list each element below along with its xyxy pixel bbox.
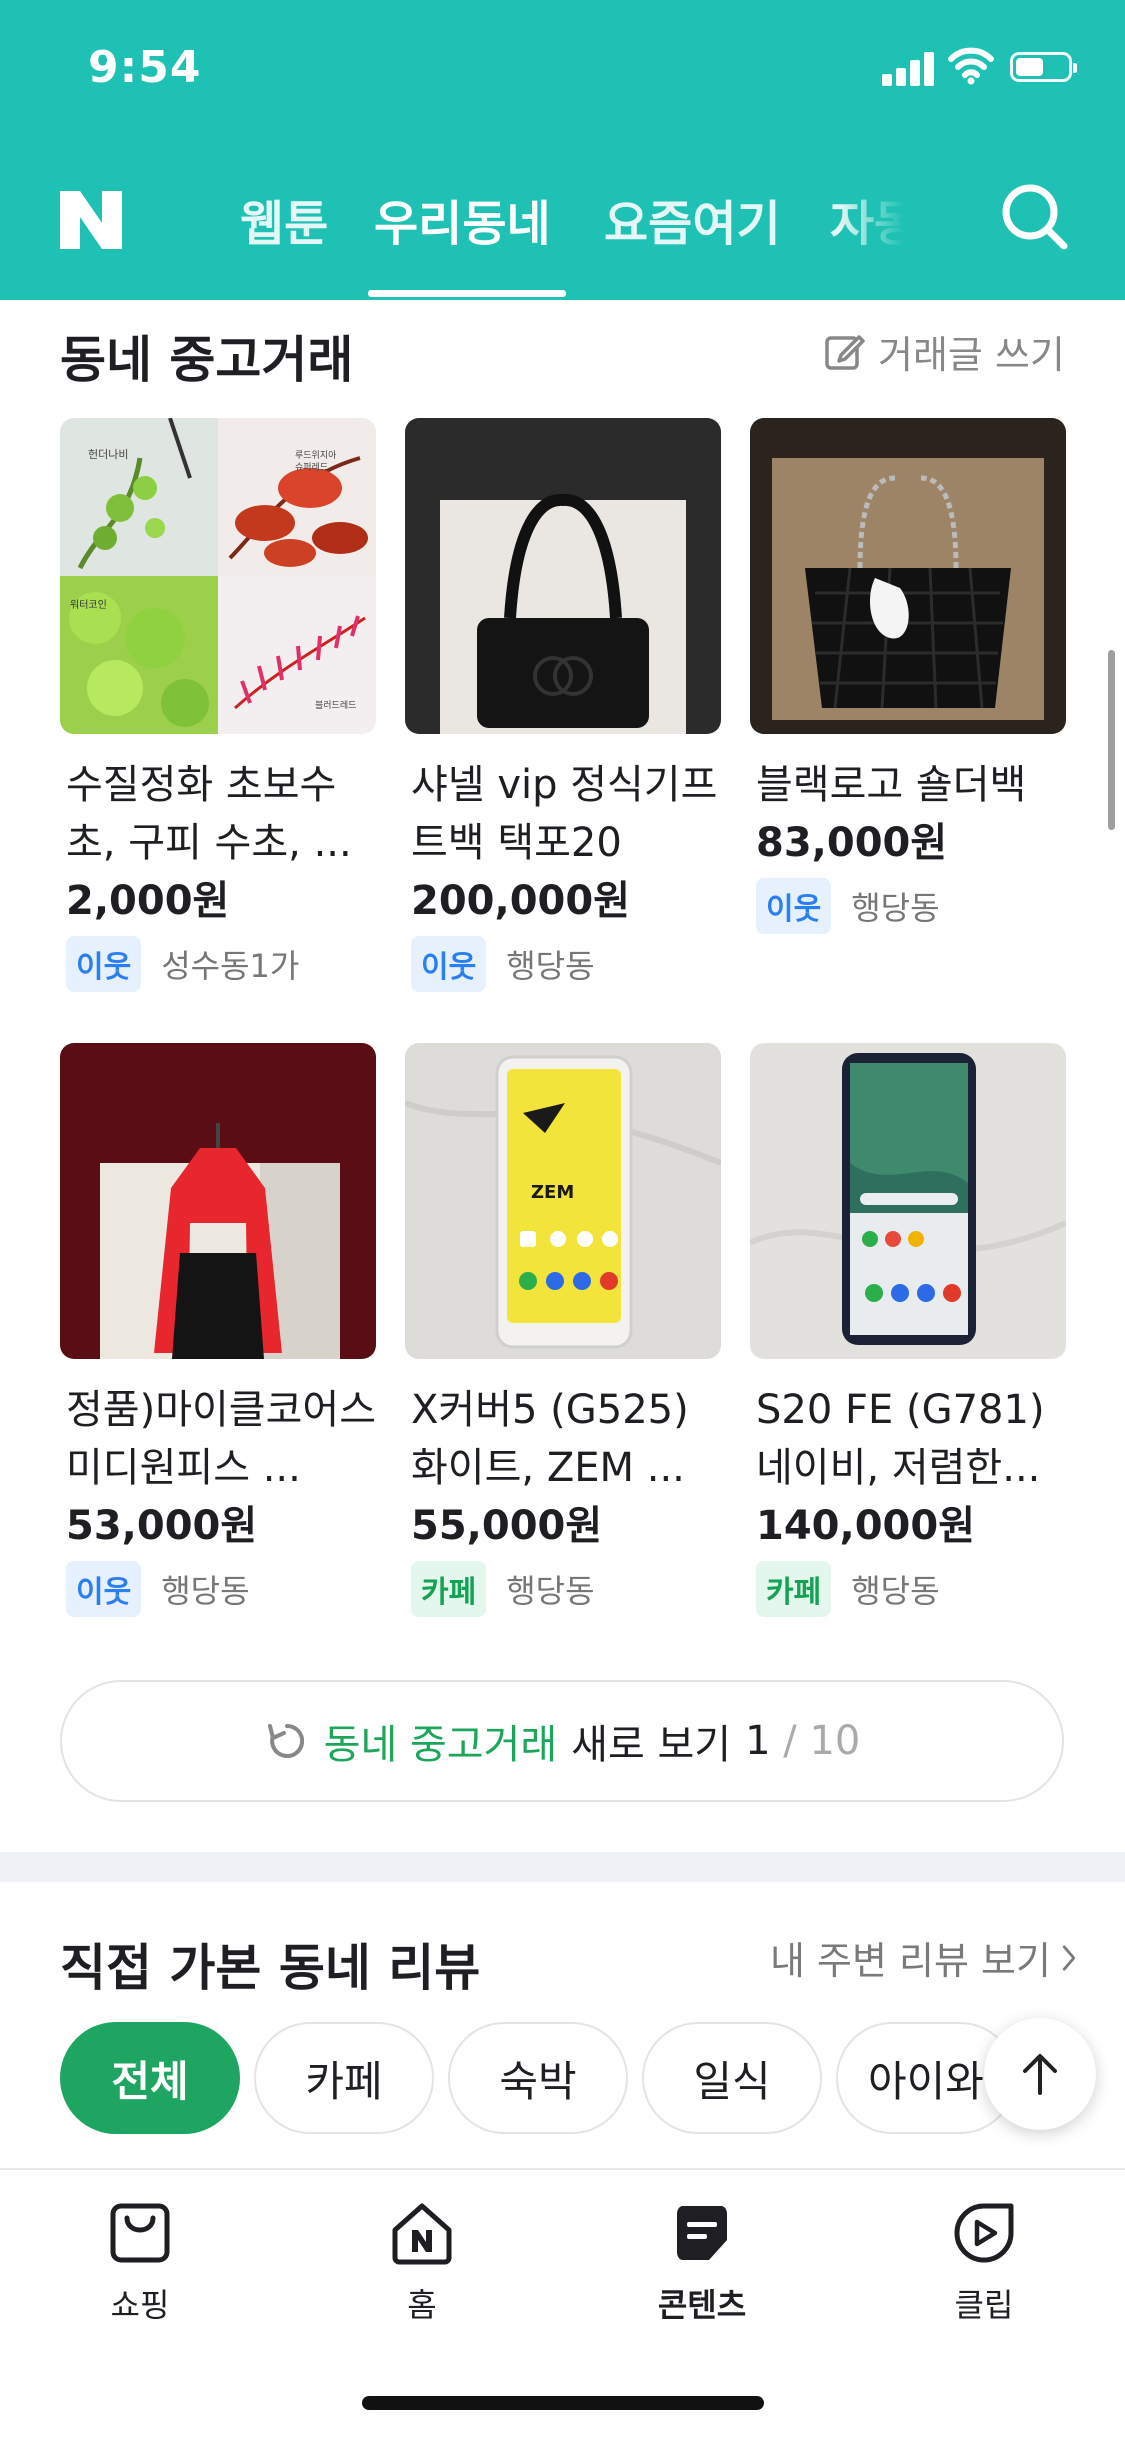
refresh-text: 새로 보기	[571, 1722, 732, 1768]
neighbor-badge: 이웃	[411, 936, 487, 992]
product-image	[60, 1043, 376, 1359]
product-price: 200,000원	[411, 878, 630, 924]
contents-icon	[677, 2206, 727, 2260]
product-image	[405, 418, 721, 734]
nav-label: 홈	[407, 2286, 437, 2324]
product-card-5[interactable]: ZEM X커버5 (G525) 화이트, ZEM ... 55,000원 카페 …	[405, 1043, 721, 1617]
active-tab-indicator	[368, 290, 566, 297]
product-title: S20 FE (G781) 네이비, 저렴한...	[756, 1387, 1045, 1491]
product-image	[750, 418, 1066, 734]
product-image: ZEM	[405, 1043, 721, 1359]
product-image: 헌더나비 루드위지아 슈퍼레드 워터코인 블러드레드	[60, 418, 376, 734]
svg-text:블러드레드: 블러드레드	[315, 700, 356, 711]
cellular-signal-icon	[882, 50, 934, 86]
used-goods-title: 동네 중고거래	[60, 331, 354, 389]
product-location: 행당동	[161, 1572, 250, 1610]
nav-label: 콘텐츠	[657, 2286, 747, 2324]
product-location: 성수동1가	[161, 947, 300, 985]
svg-text:루드위지아: 루드위지아	[295, 450, 337, 461]
product-price: 2,000원	[66, 878, 230, 924]
nav-clip[interactable]: 클립	[904, 2200, 1064, 2326]
product-price: 53,000원	[66, 1503, 258, 1549]
search-icon[interactable]	[998, 180, 1070, 252]
scrollbar[interactable]	[1108, 650, 1115, 830]
svg-text:워터코인: 워터코인	[70, 598, 107, 611]
page-separator: /	[783, 1718, 797, 1764]
reviews-title: 직접 가본 동네 리뷰	[60, 1939, 481, 1997]
tab-webtoon[interactable]: 웹툰	[240, 184, 328, 254]
tabs-fade-overlay	[840, 170, 930, 290]
refresh-icon	[264, 1718, 310, 1764]
review-category-chips: 전체 카페 숙박 일식 아이와	[60, 2022, 1016, 2138]
product-price: 55,000원	[411, 1503, 603, 1549]
product-price: 140,000원	[756, 1503, 975, 1549]
home-icon	[392, 2203, 452, 2265]
refresh-highlight: 동네 중고거래	[323, 1722, 558, 1768]
shopping-bag-icon	[110, 2203, 170, 2263]
nearby-reviews-link[interactable]: 내 주변 리뷰 보기	[770, 1930, 1077, 1985]
nav-label: 쇼핑	[110, 2286, 170, 2324]
chevron-right-icon	[1062, 1944, 1076, 1971]
chip-japanese[interactable]: 일식	[642, 2022, 822, 2134]
phone-screen-text: ZEM	[531, 1182, 574, 1203]
nearby-reviews-label: 내 주변 리뷰 보기	[770, 1939, 1051, 1983]
write-post-label: 거래글 쓰기	[878, 332, 1065, 377]
neighbor-badge: 이웃	[756, 878, 832, 934]
product-title: 정품)마이클코어스 미디원피스 ...	[66, 1387, 376, 1491]
status-bar: 9:54	[0, 0, 1125, 140]
product-card-1[interactable]: 헌더나비 루드위지아 슈퍼레드 워터코인 블러드레드 수질정화 초보수초, 구피…	[60, 418, 376, 992]
chip-all[interactable]: 전체	[60, 2022, 240, 2134]
section-divider	[0, 1852, 1125, 1882]
product-card-6[interactable]: S20 FE (G781) 네이비, 저렴한... 140,000원 카페 행당…	[750, 1043, 1066, 1617]
edit-icon	[825, 335, 865, 370]
product-price: 83,000원	[756, 820, 948, 866]
product-location: 행당동	[851, 1572, 940, 1610]
home-indicator	[362, 2396, 764, 2410]
nav-contents[interactable]: 콘텐츠	[622, 2200, 782, 2326]
arrow-up-icon	[1023, 2054, 1057, 2095]
top-tabs: 웹툰 우리동네 요즘여기 자동	[236, 170, 926, 300]
product-location: 행당동	[851, 889, 940, 927]
write-post-link[interactable]: 거래글 쓰기	[822, 326, 1065, 377]
cafe-badge: 카페	[756, 1561, 832, 1617]
page-total: 10	[809, 1718, 861, 1764]
product-image	[750, 1043, 1066, 1359]
battery-icon	[1010, 52, 1077, 82]
product-card-3[interactable]: 블랙로고 숄더백 83,000원 이웃 행당동	[750, 418, 1066, 934]
wifi-icon	[948, 46, 994, 86]
nav-label: 클립	[954, 2286, 1014, 2324]
top-header: 9:54 웹툰 우리동네 요즘여기 자동	[0, 0, 1125, 300]
naver-logo-icon[interactable]	[56, 185, 126, 255]
product-card-2[interactable]: 샤넬 vip 정식기프트백 택포20 200,000원 이웃 행당동	[405, 418, 721, 992]
neighbor-badge: 이웃	[66, 936, 142, 992]
product-title: X커버5 (G525) 화이트, ZEM ...	[411, 1387, 689, 1491]
product-title: 샤넬 vip 정식기프트백 택포20	[411, 762, 718, 866]
nav-home[interactable]: 홈	[342, 2200, 502, 2326]
scroll-top-button[interactable]	[984, 2018, 1096, 2130]
page-current: 1	[745, 1718, 771, 1764]
tab-neighborhood[interactable]: 우리동네	[374, 184, 551, 254]
cafe-badge: 카페	[411, 1561, 487, 1617]
product-location: 행당동	[506, 1572, 595, 1610]
product-location: 행당동	[506, 947, 595, 985]
neighbor-badge: 이웃	[66, 1561, 142, 1617]
product-title: 수질정화 초보수초, 구피 수초, ...	[66, 762, 352, 866]
chip-cafe[interactable]: 카페	[254, 2022, 434, 2134]
nav-shopping[interactable]: 쇼핑	[60, 2200, 220, 2326]
svg-text:슈퍼레드: 슈퍼레드	[295, 462, 328, 473]
refresh-used-goods-button[interactable]: 동네 중고거래 새로 보기 1 / 10	[60, 1680, 1064, 1802]
tab-trending[interactable]: 요즘여기	[604, 184, 781, 254]
chip-lodging[interactable]: 숙박	[448, 2022, 628, 2134]
clip-icon	[954, 2203, 1014, 2263]
status-time: 9:54	[88, 42, 202, 93]
svg-text:헌더나비: 헌더나비	[88, 448, 128, 461]
product-card-4[interactable]: 정품)마이클코어스 미디원피스 ... 53,000원 이웃 행당동	[60, 1043, 376, 1617]
